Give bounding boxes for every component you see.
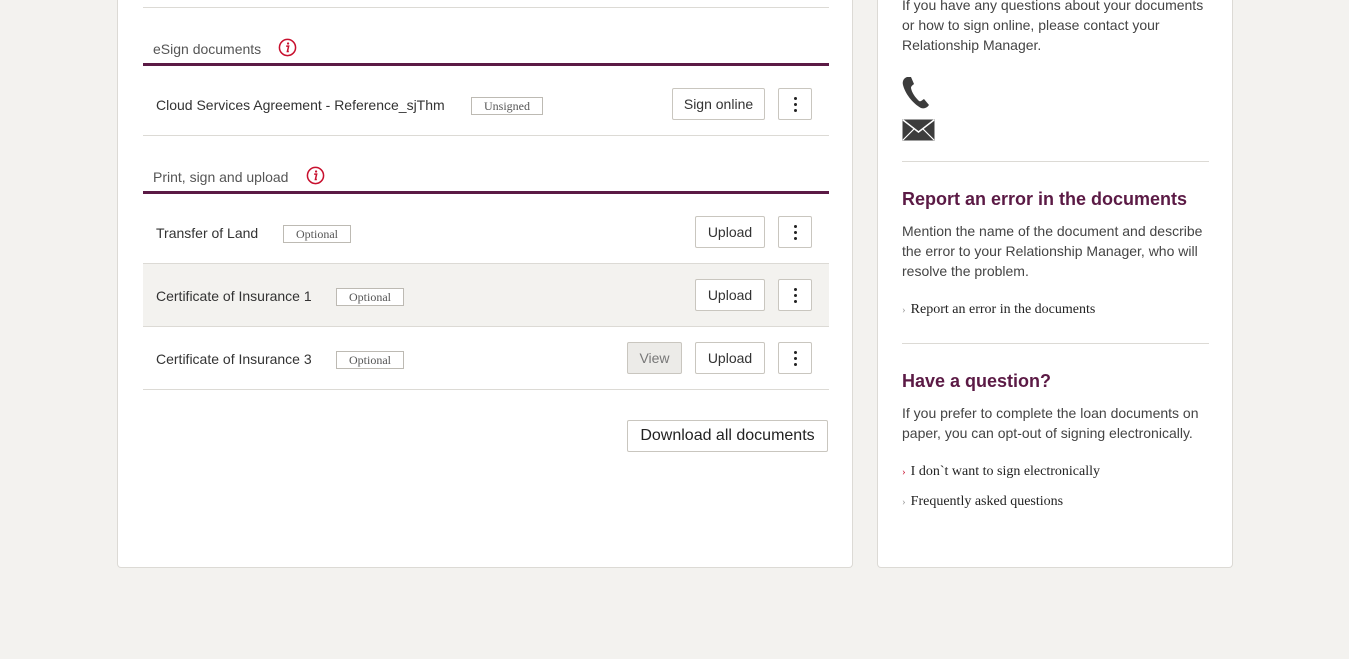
download-all-button[interactable]: Download all documents	[627, 420, 828, 452]
chevron-right-icon: ›	[902, 304, 906, 316]
help-sidebar: If you have any questions about your doc…	[877, 0, 1233, 568]
phone-icon[interactable]	[902, 76, 932, 109]
document-row: Cloud Services Agreement - Reference_sjT…	[143, 73, 829, 136]
print-sign-section-title: Print, sign and upload	[153, 169, 289, 185]
info-circle-icon[interactable]	[278, 38, 297, 57]
more-vertical-icon[interactable]	[778, 88, 812, 120]
more-vertical-icon[interactable]	[778, 216, 812, 248]
sign-online-button[interactable]: Sign online	[672, 88, 765, 120]
info-circle-icon[interactable]	[306, 166, 325, 185]
report-error-heading: Report an error in the documents	[902, 189, 1188, 209]
document-row: Transfer of Land Optional Upload	[143, 201, 829, 264]
document-name: Certificate of Insurance 1	[156, 288, 312, 304]
question-text: If you prefer to complete the loan docum…	[902, 405, 1199, 441]
status-badge: Optional	[336, 351, 404, 369]
faq-link[interactable]: › Frequently asked questions	[902, 493, 1063, 511]
document-name: Transfer of Land	[156, 225, 259, 241]
status-badge: Unsigned	[471, 97, 543, 115]
chevron-right-icon: ›	[902, 466, 906, 478]
upload-button[interactable]: Upload	[695, 279, 765, 311]
document-name: Cloud Services Agreement - Reference_sjT…	[156, 97, 445, 113]
status-badge: Optional	[336, 288, 404, 306]
question-heading: Have a question?	[902, 371, 1052, 391]
contact-text: If you have any questions about your doc…	[902, 0, 1204, 53]
divider	[902, 161, 1209, 162]
view-button[interactable]: View	[627, 342, 682, 374]
document-name: Certificate of Insurance 3	[156, 351, 312, 367]
divider	[902, 343, 1209, 344]
report-error-link[interactable]: › Report an error in the documents	[902, 301, 1095, 319]
upload-button[interactable]: Upload	[695, 216, 765, 248]
envelope-icon[interactable]	[902, 119, 935, 141]
status-badge: Optional	[283, 225, 351, 243]
chevron-right-icon: ›	[902, 496, 906, 508]
opt-out-link[interactable]: › I don`t want to sign electronically	[902, 463, 1100, 481]
document-row: Certificate of Insurance 1 Optional Uplo…	[143, 264, 829, 327]
print-sign-section-header: Print, sign and upload	[143, 166, 829, 194]
documents-card: eSign documents Cloud Services Agreement…	[117, 0, 853, 568]
document-row: Certificate of Insurance 3 Optional View…	[143, 327, 829, 390]
upload-button[interactable]: Upload	[695, 342, 765, 374]
divider	[143, 7, 829, 8]
more-vertical-icon[interactable]	[778, 279, 812, 311]
esign-section-title: eSign documents	[153, 41, 262, 57]
esign-section-header: eSign documents	[143, 38, 829, 66]
more-vertical-icon[interactable]	[778, 342, 812, 374]
report-error-text: Mention the name of the document and des…	[902, 223, 1203, 279]
